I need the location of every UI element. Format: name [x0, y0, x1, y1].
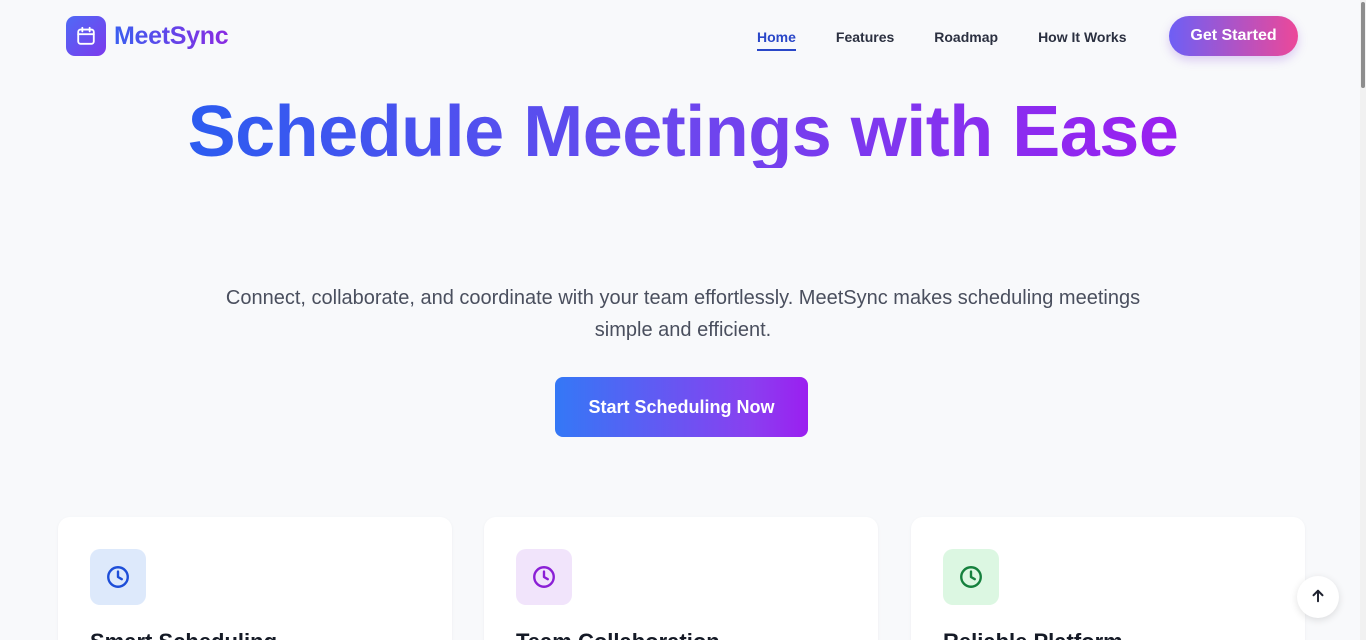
nav-item-how-it-works[interactable]: How It Works: [1038, 28, 1126, 51]
clock-icon: [943, 549, 999, 605]
nav-item-home[interactable]: Home: [757, 28, 796, 51]
page-scrollbar[interactable]: [1360, 0, 1366, 640]
get-started-button[interactable]: Get Started: [1169, 16, 1298, 56]
hero-title: Schedule Meetings with Ease: [183, 96, 1183, 168]
scrollbar-thumb[interactable]: [1361, 2, 1365, 88]
nav-item-roadmap[interactable]: Roadmap: [934, 28, 998, 51]
calendar-icon: [66, 16, 106, 56]
hero-subtitle: Connect, collaborate, and coordinate wit…: [225, 287, 1141, 341]
start-scheduling-button[interactable]: Start Scheduling Now: [555, 377, 808, 437]
feature-card-title: Team Collaboration: [516, 629, 720, 640]
clock-icon: [90, 549, 146, 605]
nav-item-features[interactable]: Features: [836, 28, 894, 51]
feature-card-smart-scheduling: Smart Scheduling: [58, 517, 452, 640]
landing-page: MeetSync Home Features Roadmap How It Wo…: [0, 0, 1366, 640]
clock-icon: [516, 549, 572, 605]
brand-logo-link[interactable]: MeetSync: [66, 16, 229, 56]
feature-card-title: Smart Scheduling: [90, 629, 277, 640]
main-nav: Home Features Roadmap How It Works: [757, 28, 1166, 51]
feature-card-team-collaboration: Team Collaboration: [484, 517, 878, 640]
feature-card-reliable-platform: Reliable Platform: [911, 517, 1305, 640]
feature-card-title: Reliable Platform: [943, 629, 1123, 640]
brand-name: MeetSync: [114, 21, 229, 50]
arrow-up-icon: [1309, 587, 1327, 608]
scroll-to-top-button[interactable]: [1297, 576, 1339, 618]
site-header: MeetSync Home Features Roadmap How It Wo…: [0, 0, 1366, 74]
